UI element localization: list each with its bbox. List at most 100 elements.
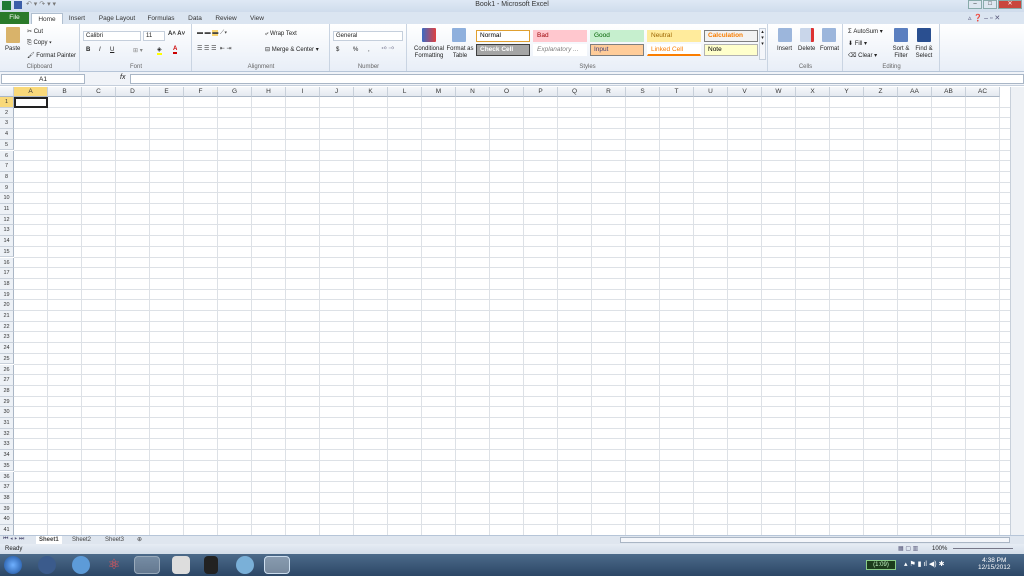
bold-button[interactable]: B xyxy=(86,47,90,53)
row-header[interactable]: 1 xyxy=(0,97,14,108)
column-header[interactable]: F xyxy=(184,87,218,97)
row-header[interactable]: 11 xyxy=(0,204,14,215)
row-header[interactable]: 18 xyxy=(0,278,14,290)
cell-style-neutral[interactable]: Neutral xyxy=(647,30,701,42)
delete-button[interactable]: Delete xyxy=(798,46,815,52)
cell-style-explanatory[interactable]: Explanatory ... xyxy=(533,44,587,56)
column-header[interactable]: G xyxy=(218,87,252,97)
name-box[interactable]: A1 xyxy=(1,74,85,84)
firefox-icon[interactable] xyxy=(134,556,160,574)
row-header[interactable]: 41 xyxy=(0,525,14,535)
formula-input[interactable] xyxy=(130,74,1024,84)
zoom-level[interactable]: 100% xyxy=(932,544,947,554)
column-header[interactable]: C xyxy=(82,87,116,97)
currency-button[interactable]: $ xyxy=(336,47,339,53)
cell-style-calculation[interactable]: Calculation xyxy=(704,30,758,42)
help-icon[interactable]: ▵ ❓ – ▫ ✕ xyxy=(968,14,1000,22)
row-header[interactable]: 2 xyxy=(0,107,14,119)
row-header[interactable]: 15 xyxy=(0,246,14,258)
styles-scroll[interactable]: ▴ ▾ ▾ xyxy=(759,28,766,60)
row-header[interactable]: 17 xyxy=(0,268,14,279)
row-header[interactable]: 8 xyxy=(0,171,14,183)
sheet-tab[interactable]: Sheet2 xyxy=(69,536,94,544)
fill-button[interactable]: ⬇ Fill ▾ xyxy=(848,40,867,47)
find-select-button[interactable]: Find & Select xyxy=(912,46,936,60)
column-header[interactable]: W xyxy=(762,87,796,97)
column-header[interactable]: Z xyxy=(864,87,898,97)
row-header[interactable]: 7 xyxy=(0,161,14,172)
insert-function-button[interactable]: fx xyxy=(120,74,125,81)
insert-button[interactable]: Insert xyxy=(777,46,792,52)
decimal-buttons[interactable]: ⁺⁰ ⁻⁰ xyxy=(381,46,394,53)
font-name-dropdown[interactable]: Calibri xyxy=(83,31,141,41)
selected-cell[interactable] xyxy=(14,97,48,108)
font-color-button[interactable]: A xyxy=(173,46,178,54)
sort-filter-button[interactable]: Sort & Filter xyxy=(890,46,912,60)
atom-app-icon[interactable]: ⚛ xyxy=(105,556,123,574)
borders-button[interactable]: ⊞ ▾ xyxy=(133,47,143,54)
row-header[interactable]: 25 xyxy=(0,353,14,365)
row-header[interactable]: 12 xyxy=(0,214,14,226)
notepad-icon[interactable] xyxy=(172,556,190,574)
zoom-slider[interactable] xyxy=(953,548,1013,549)
column-header[interactable]: J xyxy=(320,87,354,97)
merge-center-button[interactable]: ⊟ Merge & Center ▾ xyxy=(265,46,319,53)
row-header[interactable]: 32 xyxy=(0,428,14,440)
minimize-button[interactable]: – xyxy=(968,0,982,9)
row-header[interactable]: 21 xyxy=(0,311,14,322)
view-buttons[interactable]: ▦ ▢ ▥ xyxy=(898,544,918,554)
column-header[interactable]: D xyxy=(116,87,150,97)
tab-file[interactable]: File xyxy=(0,12,29,24)
clock[interactable]: 4:38 PM 12/15/2012 xyxy=(978,557,1011,571)
column-header[interactable]: AA xyxy=(898,87,932,97)
row-header[interactable]: 13 xyxy=(0,225,14,237)
sheet-nav-buttons[interactable]: ⏮ ◂ ▸ ⏭ xyxy=(3,536,24,543)
paint-app-icon[interactable] xyxy=(236,556,254,574)
cell-style-linked-cell[interactable]: Linked Cell xyxy=(647,44,701,56)
column-header[interactable]: N xyxy=(456,87,490,97)
chip-app-icon[interactable] xyxy=(204,556,218,574)
row-header[interactable]: 36 xyxy=(0,471,14,483)
select-all-corner[interactable] xyxy=(0,87,14,97)
column-header[interactable]: Y xyxy=(830,87,864,97)
row-header[interactable]: 28 xyxy=(0,385,14,397)
itunes-icon[interactable] xyxy=(72,556,90,574)
cell-style-bad[interactable]: Bad xyxy=(533,30,587,42)
column-header[interactable]: T xyxy=(660,87,694,97)
column-header[interactable]: P xyxy=(524,87,558,97)
conditional-formatting-button[interactable]: Conditional Formatting xyxy=(410,46,448,60)
start-button[interactable] xyxy=(4,556,22,574)
comma-button[interactable]: , xyxy=(368,47,370,53)
row-header[interactable]: 26 xyxy=(0,364,14,376)
row-header[interactable]: 10 xyxy=(0,193,14,204)
column-header[interactable]: K xyxy=(354,87,388,97)
row-header[interactable]: 31 xyxy=(0,418,14,429)
sheet-tab[interactable]: Sheet3 xyxy=(102,536,127,544)
excel-taskbar-icon[interactable] xyxy=(264,556,290,574)
column-header[interactable]: H xyxy=(252,87,286,97)
row-header[interactable]: 4 xyxy=(0,129,14,140)
row-header[interactable]: 16 xyxy=(0,257,14,269)
row-header[interactable]: 3 xyxy=(0,118,14,130)
row-header[interactable]: 9 xyxy=(0,182,14,194)
horizontal-scrollbar[interactable] xyxy=(620,537,1010,543)
clear-button[interactable]: ⌫ Clear ▾ xyxy=(848,52,877,59)
vertical-scrollbar[interactable] xyxy=(1010,87,1024,535)
column-header[interactable]: AB xyxy=(932,87,966,97)
row-header[interactable]: 27 xyxy=(0,375,14,386)
lock-app-icon[interactable] xyxy=(38,556,56,574)
column-header[interactable]: Q xyxy=(558,87,592,97)
column-header[interactable]: B xyxy=(48,87,82,97)
cell-style-check-cell[interactable]: Check Cell xyxy=(476,44,530,56)
cell-style-input[interactable]: Input xyxy=(590,44,644,56)
row-header[interactable]: 24 xyxy=(0,343,14,354)
format-button[interactable]: Format xyxy=(820,46,839,52)
column-header[interactable]: X xyxy=(796,87,830,97)
column-header[interactable]: M xyxy=(422,87,456,97)
sheet-tab[interactable]: Sheet1 xyxy=(36,536,62,544)
fill-color-button[interactable]: ◈ xyxy=(157,46,162,55)
number-format-dropdown[interactable]: General xyxy=(333,31,403,41)
row-header[interactable]: 30 xyxy=(0,407,14,418)
row-header[interactable]: 29 xyxy=(0,396,14,408)
row-header[interactable]: 34 xyxy=(0,450,14,461)
